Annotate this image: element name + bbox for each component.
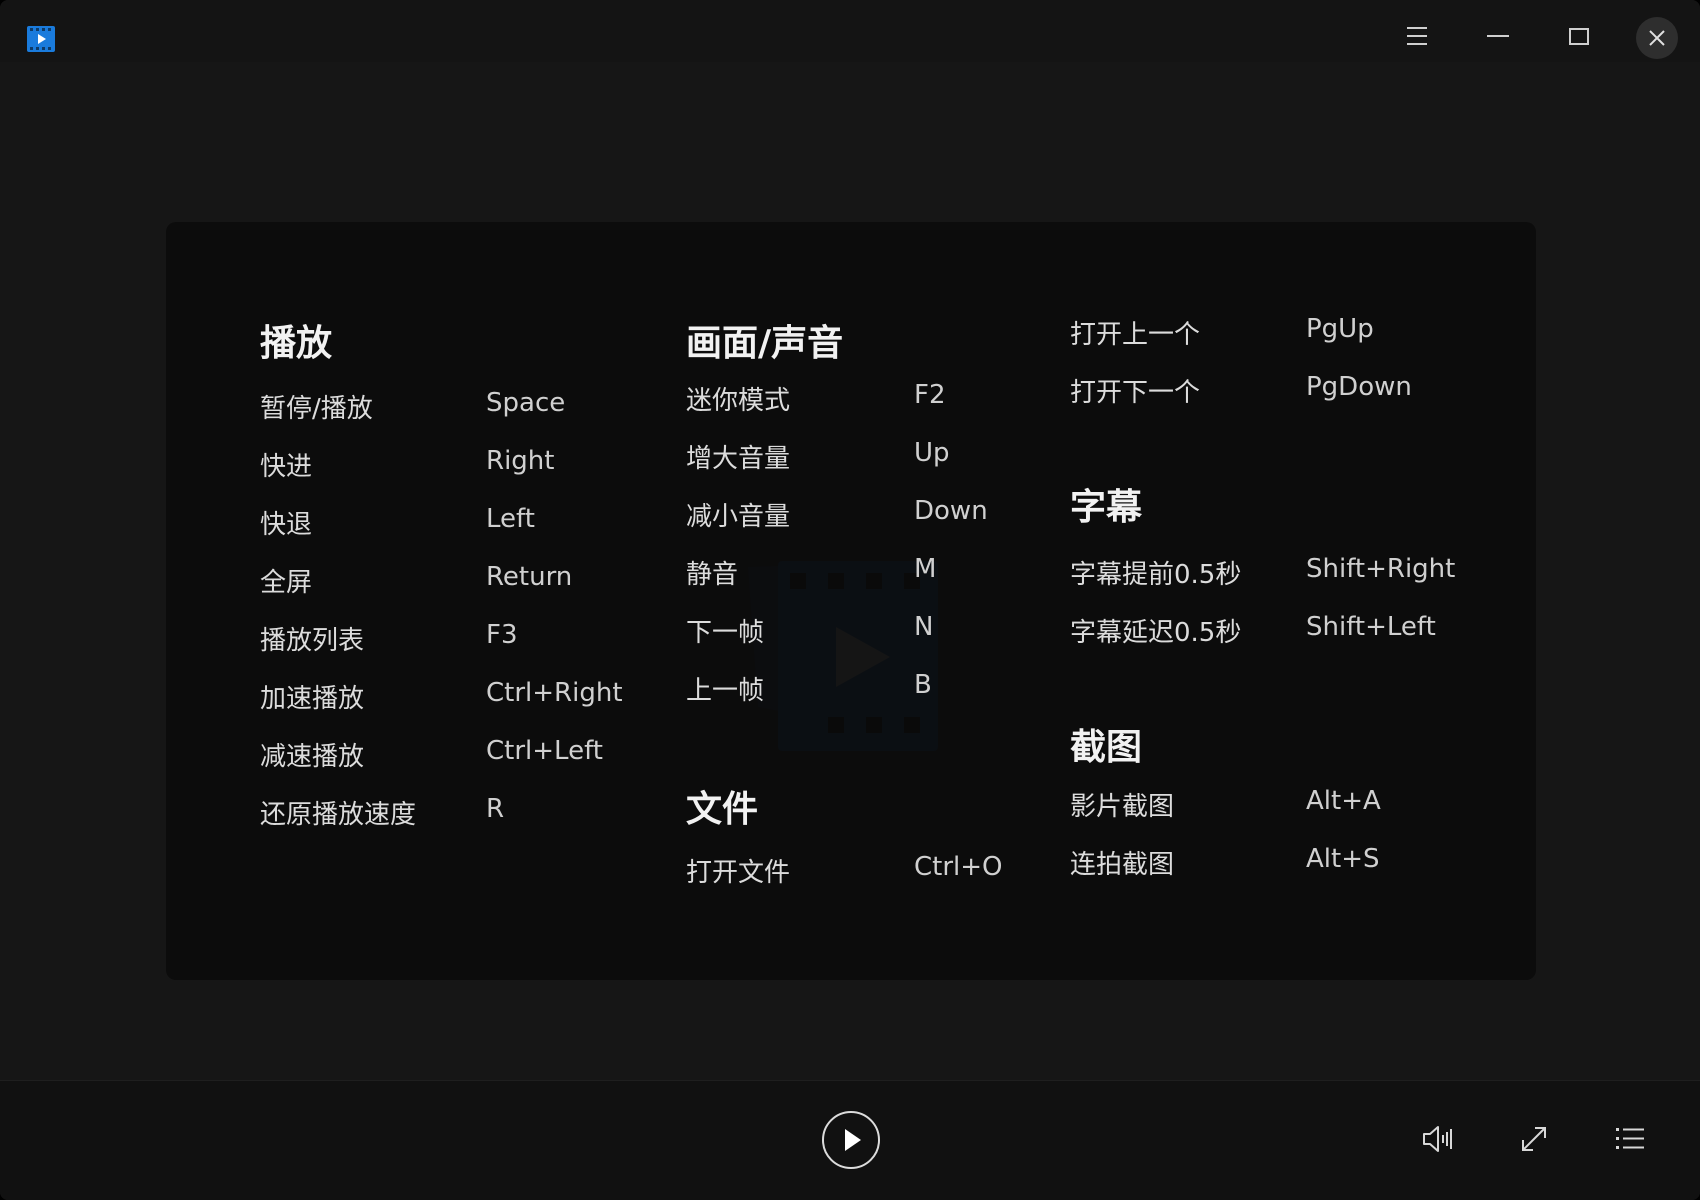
shortcut-key: Ctrl+O [914,852,1003,882]
shortcut-key: Up [914,438,950,468]
close-icon [1649,30,1665,46]
section-title-subtitle: 字幕 [1070,487,1143,528]
shortcut-key: Ctrl+Left [486,736,603,766]
fullscreen-icon [1522,1127,1546,1151]
shortcut-label: 下一帧 [686,618,765,648]
shortcut-label: 减速播放 [260,742,365,772]
close-button[interactable] [1636,17,1678,59]
shortcut-key: F2 [914,380,946,410]
app-logo-icon [26,24,56,54]
maximize-icon [1569,28,1589,45]
shortcut-label: 字幕延迟0.5秒 [1070,618,1242,648]
main-menu-button[interactable] [1395,16,1439,56]
fullscreen-button[interactable] [1514,1119,1554,1159]
volume-icon [1423,1126,1452,1152]
shortcut-key: B [914,670,932,700]
shortcut-label: 暂停/播放 [260,394,373,424]
shortcut-label: 增大音量 [686,444,791,474]
app-window: 播放 暂停/播放 Space 快进 Right 快退 Left 全屏 Retur… [0,0,1700,1200]
shortcut-key: M [914,554,937,584]
shortcut-key: Shift+Right [1306,554,1456,584]
shortcut-panel: 播放 暂停/播放 Space 快进 Right 快退 Left 全屏 Retur… [166,222,1536,980]
shortcut-label: 全屏 [260,568,313,598]
shortcut-key: F3 [486,620,518,650]
playlist-button[interactable] [1610,1119,1650,1159]
section-title-picture-sound: 画面/声音 [686,323,844,364]
shortcut-label: 连拍截图 [1070,850,1175,880]
section-title-playback: 播放 [260,323,333,364]
shortcut-label: 影片截图 [1070,792,1175,822]
shortcut-key: PgDown [1306,372,1412,402]
shortcut-key: Down [914,496,988,526]
shortcut-label: 打开文件 [686,858,791,888]
shortcut-label: 上一帧 [686,676,765,706]
shortcut-label: 播放列表 [260,626,365,656]
shortcut-key: Shift+Left [1306,612,1436,642]
minimize-button[interactable] [1476,16,1520,56]
play-icon [845,1129,861,1151]
section-title-file: 文件 [686,789,759,830]
shortcut-label: 打开下一个 [1070,378,1201,408]
shortcut-key: Return [486,562,573,592]
shortcut-key: Space [486,388,566,418]
shortcut-key: Alt+S [1306,844,1380,874]
shortcut-label: 还原播放速度 [260,800,417,830]
shortcut-key: Ctrl+Right [486,678,623,708]
menu-icon [1407,27,1427,45]
shortcut-label: 快进 [260,452,313,482]
shortcut-key: Left [486,504,535,534]
minimize-icon [1487,35,1509,37]
play-button[interactable] [822,1111,880,1169]
title-bar [0,0,1700,63]
shortcut-label: 打开上一个 [1070,320,1201,350]
shortcut-key: Right [486,446,555,476]
control-bar [0,1080,1700,1200]
shortcut-label: 减小音量 [686,502,791,532]
shortcut-label: 静音 [686,560,739,590]
shortcut-label: 迷你模式 [686,386,791,416]
shortcut-key: PgUp [1306,314,1374,344]
shortcut-label: 字幕提前0.5秒 [1070,560,1242,590]
maximize-button[interactable] [1556,16,1600,56]
shortcut-key: R [486,794,505,824]
shortcut-key: N [914,612,934,642]
playlist-icon [1616,1128,1644,1149]
volume-button[interactable] [1418,1119,1458,1159]
section-title-screenshot: 截图 [1070,727,1143,768]
shortcut-key: Alt+A [1306,786,1381,816]
shortcut-label: 快退 [260,510,313,540]
shortcut-label: 加速播放 [260,684,365,714]
